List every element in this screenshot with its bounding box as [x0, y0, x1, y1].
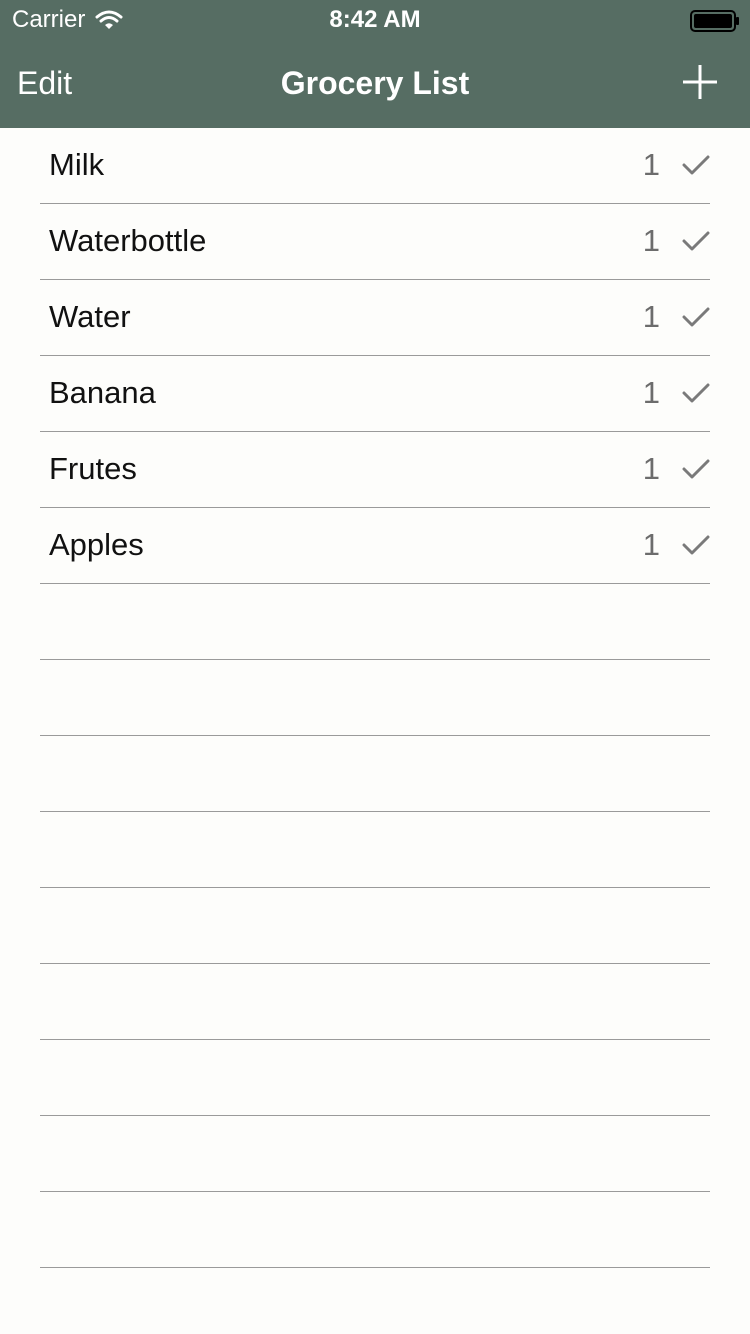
item-name: Banana	[49, 375, 156, 410]
list-item[interactable]: Water 1	[0, 280, 750, 356]
item-name: Water	[49, 299, 131, 334]
item-quantity: 1	[642, 147, 660, 182]
checkmark-icon	[682, 307, 710, 327]
page-title: Grocery List	[280, 65, 470, 101]
item-quantity: 1	[642, 223, 660, 258]
checkmark-icon	[682, 535, 710, 555]
list-item[interactable]: Banana 1	[0, 356, 750, 432]
list-item[interactable]: Frutes 1	[0, 432, 750, 508]
battery-icon	[690, 10, 739, 32]
empty-row	[0, 1192, 750, 1268]
item-name: Apples	[49, 527, 144, 562]
empty-row	[0, 888, 750, 964]
item-name: Milk	[49, 147, 105, 182]
item-name: Frutes	[49, 451, 137, 486]
checkmark-icon	[682, 383, 710, 403]
status-time: 8:42 AM	[329, 6, 421, 33]
checkmark-icon	[682, 155, 710, 175]
item-quantity: 1	[642, 299, 660, 334]
item-quantity: 1	[642, 451, 660, 486]
checkmark-icon	[682, 231, 710, 251]
item-quantity: 1	[642, 527, 660, 562]
empty-row	[0, 812, 750, 888]
status-bar: Carrier 8:42 AM	[0, 0, 750, 40]
list-item[interactable]: Apples 1	[0, 508, 750, 584]
item-quantity: 1	[642, 375, 660, 410]
row-separator	[40, 1267, 710, 1268]
empty-row	[0, 736, 750, 812]
navigation-bar: Edit Grocery List	[0, 40, 750, 128]
header: Carrier 8:42 AM Edit Grocery List	[0, 0, 750, 128]
item-name: Waterbottle	[49, 223, 207, 258]
empty-row	[0, 584, 750, 660]
list-item[interactable]: Waterbottle 1	[0, 204, 750, 280]
plus-icon[interactable]	[680, 62, 720, 102]
empty-row	[0, 1040, 750, 1116]
empty-row	[0, 660, 750, 736]
checkmark-icon	[682, 459, 710, 479]
list-item[interactable]: Milk 1	[0, 128, 750, 204]
grocery-list: Milk 1 Waterbottle 1 Water 1 Banana 1 Frutes 1 App…	[0, 128, 750, 1268]
empty-row	[0, 964, 750, 1040]
empty-row	[0, 1116, 750, 1192]
